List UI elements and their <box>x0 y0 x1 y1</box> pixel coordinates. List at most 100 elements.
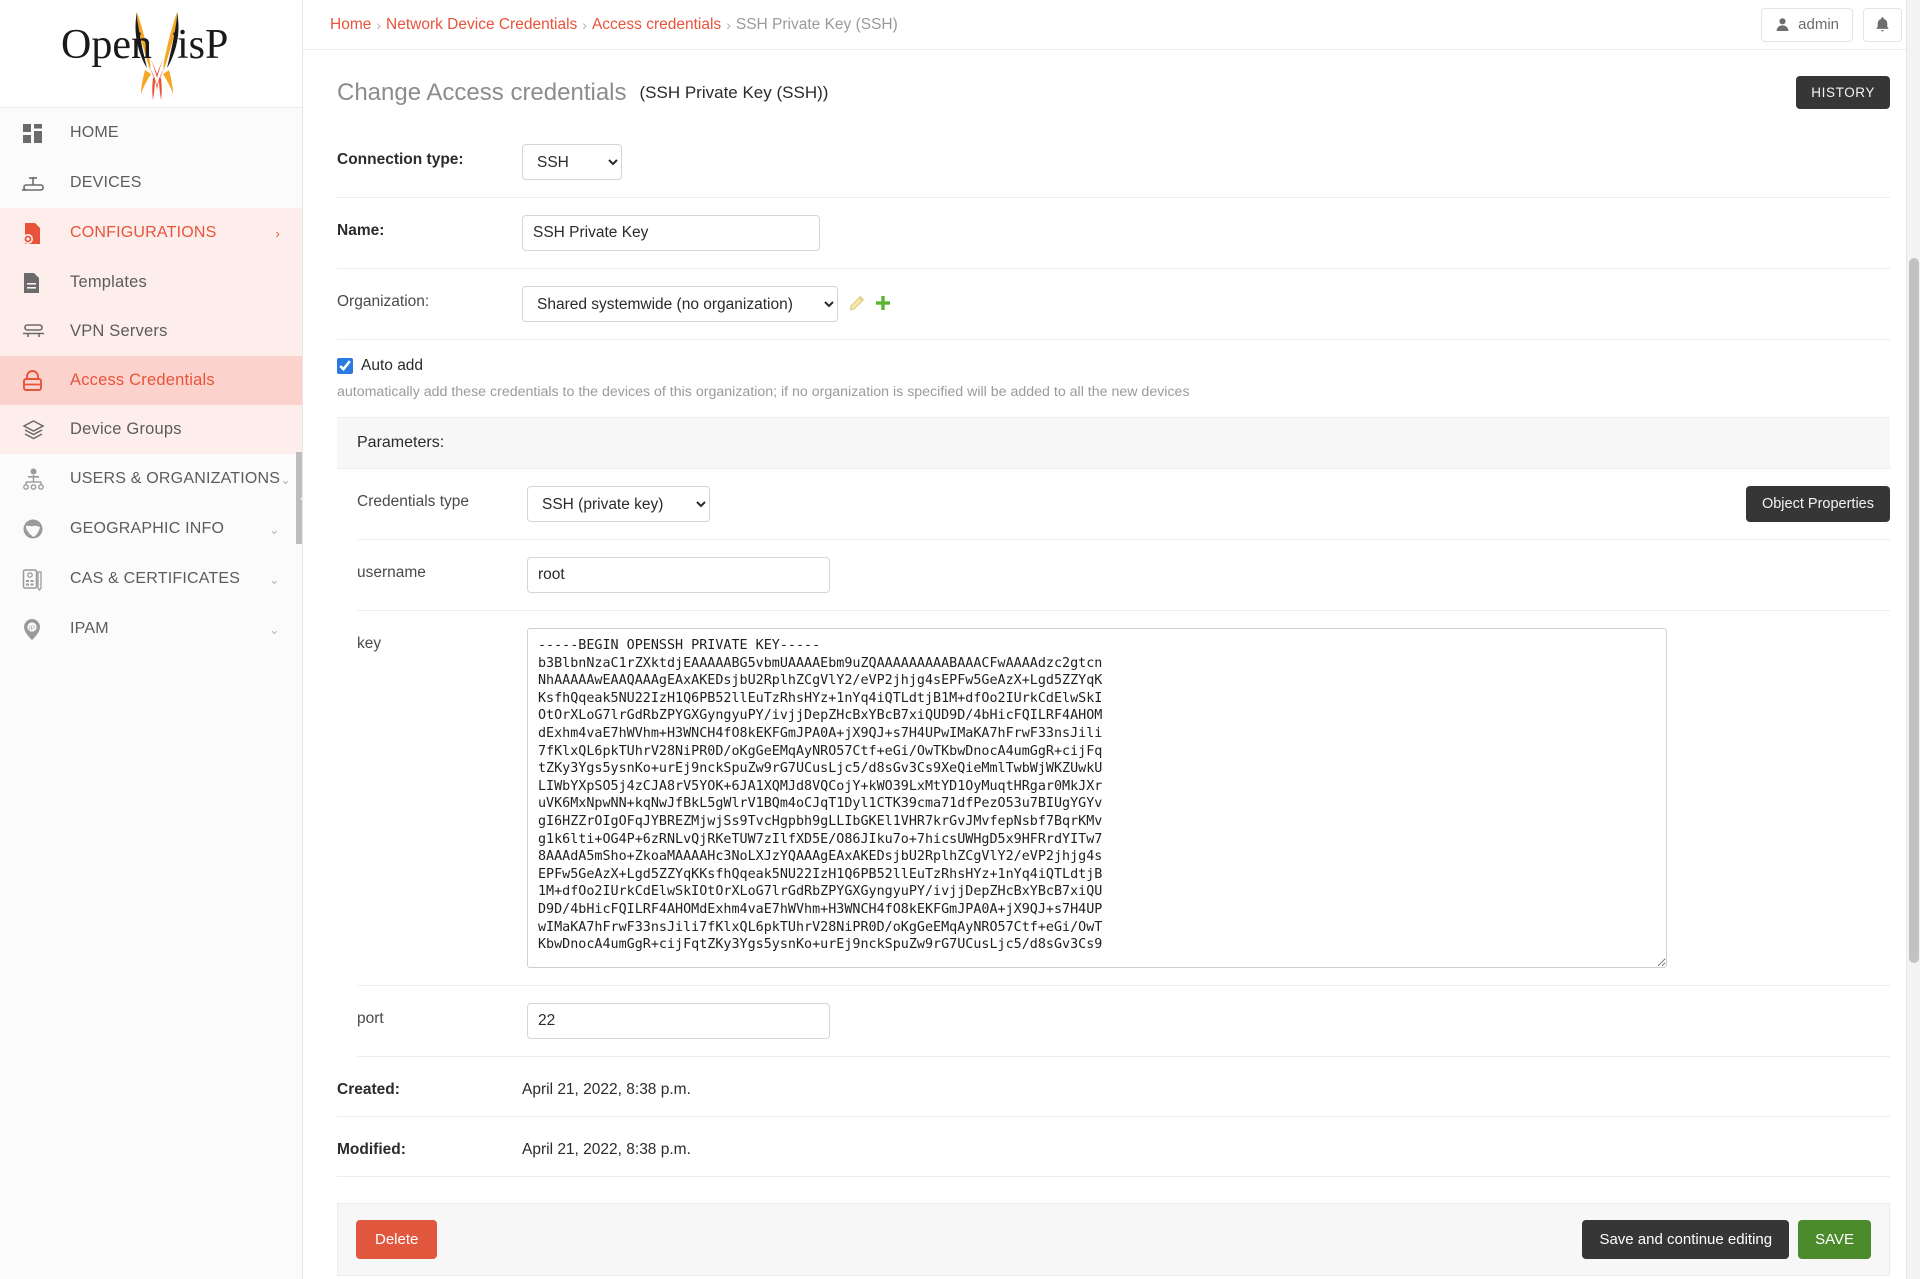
sidebar-item-label: CONFIGURATIONS <box>70 224 217 241</box>
field-row-credentials-type: Credentials type SSH (private key) Objec… <box>357 469 1890 540</box>
credentials-type-select[interactable]: SSH (private key) <box>527 486 710 522</box>
save-buttons-group: Save and continue editing SAVE <box>1582 1220 1871 1259</box>
page-title: Change Access credentials <box>337 78 627 106</box>
save-button[interactable]: SAVE <box>1798 1220 1871 1259</box>
field-row-auto-add: Auto add automatically add these credent… <box>337 340 1890 417</box>
sidebar-item-device-groups[interactable]: Device Groups <box>0 405 302 454</box>
change-form: Connection type: SSH Name: Organization: <box>303 127 1920 417</box>
field-row-name: Name: <box>337 198 1890 269</box>
sidebar-item-geographic-info[interactable]: GEOGRAPHIC INFO ⌄ <box>0 504 302 554</box>
breadcrumb-separator: › <box>726 16 731 33</box>
name-label: Name: <box>337 222 385 239</box>
field-row-connection-type: Connection type: SSH <box>337 127 1890 198</box>
person-icon <box>1775 17 1790 32</box>
page-subtitle: (SSH Private Key (SSH)) <box>639 82 829 102</box>
breadcrumb-item-home[interactable]: Home <box>330 16 371 34</box>
sidebar-item-label: Device Groups <box>70 420 182 438</box>
auto-add-checkbox[interactable] <box>337 358 353 374</box>
topbar-actions: admin <box>1761 7 1902 42</box>
sidebar-nav: HOME DEVICES CONFIGURATIONS › Templates … <box>0 108 302 654</box>
field-row-key: key -----BEGIN OPENSSH PRIVATE KEY----- … <box>357 611 1890 986</box>
plus-add-icon[interactable] <box>875 286 891 311</box>
sidebar-item-access-credentials[interactable]: Access Credentials <box>0 356 302 405</box>
parameters-label: Parameters: <box>357 434 445 451</box>
sidebar-subnav-configurations: Templates VPN Servers Access Credentials <box>0 258 302 454</box>
sidebar-item-label: DEVICES <box>70 174 142 191</box>
sidebar-item-users-organizations[interactable]: USERS & ORGANIZATIONS ⌄ <box>0 454 302 504</box>
field-row-created: Created: April 21, 2022, 8:38 p.m. <box>337 1057 1890 1117</box>
created-value: April 21, 2022, 8:38 p.m. <box>522 1081 691 1098</box>
sidebar-item-label: HOME <box>70 124 119 141</box>
svg-text:IP: IP <box>29 626 35 632</box>
connection-type-label: Connection type: <box>337 151 464 168</box>
sidebar-item-templates[interactable]: Templates <box>0 258 302 307</box>
key-textarea[interactable]: -----BEGIN OPENSSH PRIVATE KEY----- b3Bl… <box>527 628 1667 968</box>
username-label: username <box>357 564 426 581</box>
port-input[interactable] <box>527 1003 830 1039</box>
sidebar-item-cas-certificates[interactable]: CAS & CERTIFICATES ⌄ <box>0 554 302 604</box>
sidebar-item-label: VPN Servers <box>70 322 168 340</box>
sidebar-item-devices[interactable]: DEVICES <box>0 158 302 208</box>
sidebar-item-ipam[interactable]: IP IPAM ⌄ <box>0 604 302 654</box>
parameters-section-header: Parameters: <box>337 417 1890 469</box>
parameters-body: Credentials type SSH (private key) Objec… <box>337 469 1890 1057</box>
main-content: Home › Network Device Credentials › Acce… <box>303 0 1920 1279</box>
name-input[interactable] <box>522 215 820 251</box>
device-router-icon <box>22 173 52 194</box>
breadcrumb-item-access-credentials[interactable]: Access credentials <box>592 16 721 34</box>
vpn-server-icon <box>22 322 52 341</box>
notifications-button[interactable] <box>1863 7 1902 42</box>
save-and-continue-button[interactable]: Save and continue editing <box>1582 1220 1790 1259</box>
parameters-section: Parameters: Credentials type SSH (privat… <box>303 417 1920 1057</box>
auto-add-help-text: automatically add these credentials to t… <box>337 384 1190 400</box>
sidebar-item-vpn-servers[interactable]: VPN Servers <box>0 307 302 356</box>
topbar: Home › Network Device Credentials › Acce… <box>303 0 1920 50</box>
organization-select[interactable]: Shared systemwide (no organization) <box>522 286 838 322</box>
sidebar-collapse-handle[interactable]: ❮ <box>296 452 302 544</box>
field-row-username: username <box>357 540 1890 611</box>
bell-icon <box>1875 16 1890 33</box>
breadcrumb-item-current: SSH Private Key (SSH) <box>735 15 898 33</box>
delete-button[interactable]: Delete <box>356 1220 438 1259</box>
auto-add-label: Auto add <box>361 357 424 374</box>
chevron-down-icon: ⌄ <box>268 521 280 537</box>
field-row-modified: Modified: April 21, 2022, 8:38 p.m. <box>337 1117 1890 1177</box>
access-credentials-lock-icon <box>22 369 52 392</box>
chevron-down-icon: ⌄ <box>268 621 280 637</box>
page-scrollbar[interactable] <box>1906 0 1920 1279</box>
port-label: port <box>357 1010 384 1027</box>
configurations-file-gear-icon <box>22 222 52 245</box>
sidebar-item-label: Access Credentials <box>70 371 215 389</box>
sidebar: Open isP HOME DEVICES CONFIGURATIONS › T… <box>0 0 303 1279</box>
certificates-icon <box>22 568 52 591</box>
breadcrumb-separator: › <box>376 16 382 33</box>
chevron-right-icon: › <box>275 225 280 241</box>
username-input[interactable] <box>527 557 830 593</box>
chevron-down-icon: ⌄ <box>280 471 292 487</box>
form-action-bar: Delete Save and continue editing SAVE <box>337 1203 1890 1276</box>
sidebar-item-configurations[interactable]: CONFIGURATIONS › <box>0 208 302 258</box>
page-header: Change Access credentials (SSH Private K… <box>303 50 1920 127</box>
organization-label: Organization: <box>337 293 430 310</box>
user-menu-label: admin <box>1798 16 1839 33</box>
page-scrollbar-thumb[interactable] <box>1909 258 1919 963</box>
key-label: key <box>357 635 382 652</box>
breadcrumb-item-network-device-credentials[interactable]: Network Device Credentials <box>386 16 577 34</box>
ipam-pin-icon: IP <box>22 618 52 641</box>
globe-icon <box>22 518 52 540</box>
pencil-edit-icon[interactable] <box>848 286 865 312</box>
sidebar-item-label: Templates <box>70 273 148 291</box>
brand-logo[interactable]: Open isP <box>0 0 302 108</box>
connection-type-select[interactable]: SSH <box>522 144 622 180</box>
user-menu-button[interactable]: admin <box>1761 7 1853 42</box>
template-document-icon <box>22 272 52 294</box>
sidebar-item-home[interactable]: HOME <box>0 108 302 158</box>
sidebar-item-label: GEOGRAPHIC INFO <box>70 520 225 537</box>
history-button[interactable]: HISTORY <box>1796 76 1890 109</box>
field-row-organization: Organization: Shared systemwide (no orga… <box>337 269 1890 340</box>
device-groups-layers-icon <box>22 419 52 440</box>
object-properties-button[interactable]: Object Properties <box>1745 486 1890 522</box>
readonly-meta: Created: April 21, 2022, 8:38 p.m. Modif… <box>303 1057 1920 1177</box>
sidebar-item-label: IPAM <box>70 620 109 637</box>
modified-label: Modified: <box>337 1141 406 1158</box>
